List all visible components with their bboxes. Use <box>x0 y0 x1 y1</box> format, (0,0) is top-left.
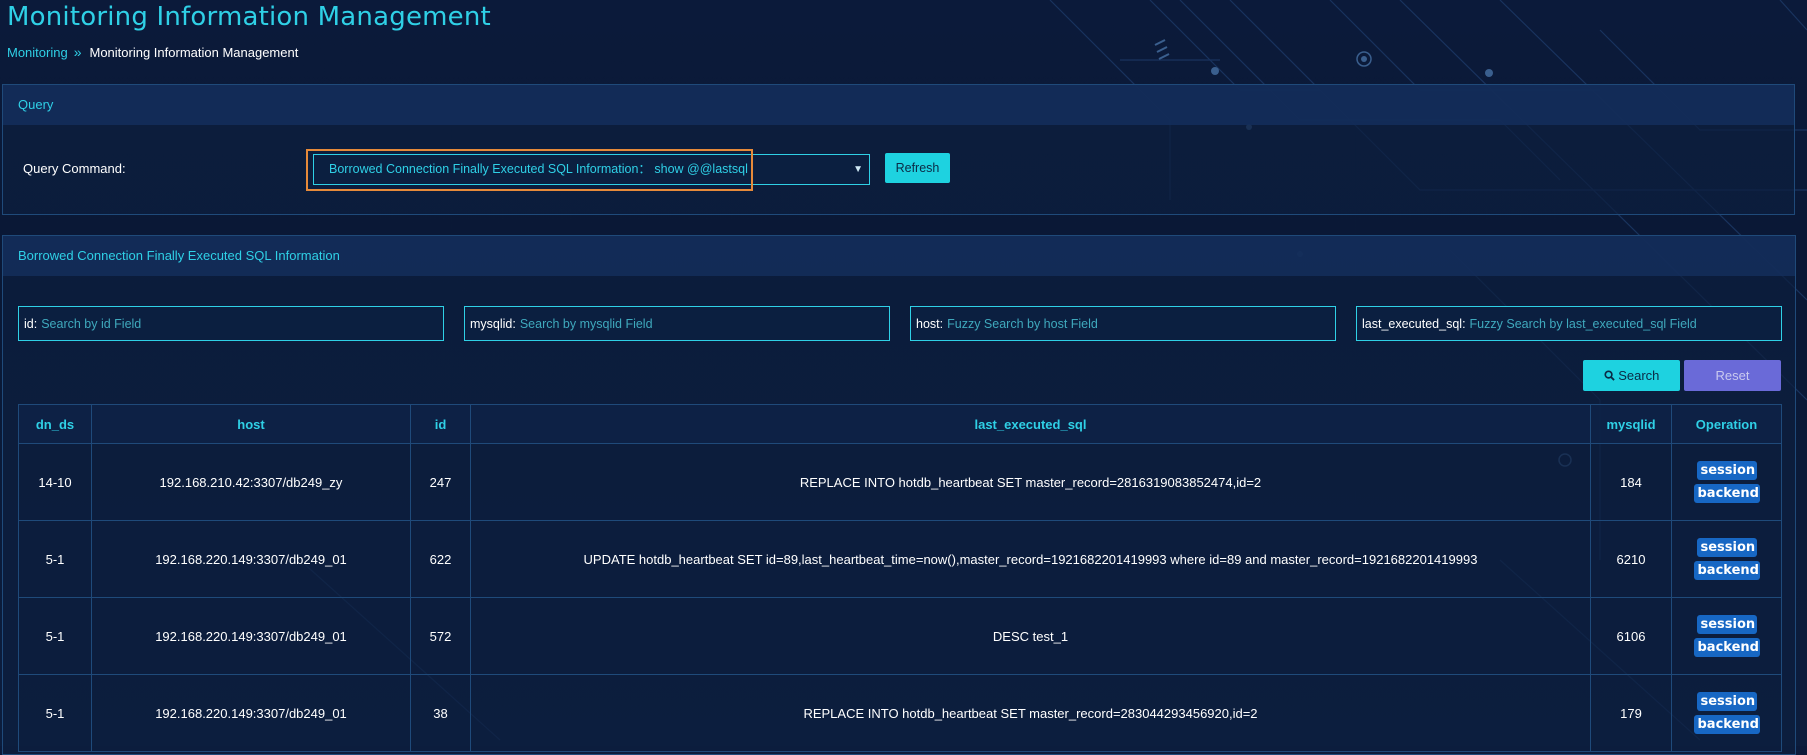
column-header-id[interactable]: id <box>410 404 471 444</box>
cell-mysqlid: 6106 <box>1590 597 1672 675</box>
table-row: 5-1 192.168.220.149:3307/db249_01 572 DE… <box>18 597 1782 675</box>
cell-id: 247 <box>410 443 471 521</box>
highlight-annotation-box <box>306 149 753 191</box>
search-button[interactable]: Search <box>1583 360 1680 391</box>
session-button[interactable]: session <box>1696 692 1757 711</box>
cell-dn-ds: 5-1 <box>18 597 92 675</box>
host-search-input[interactable] <box>943 316 1335 331</box>
cell-host: 192.168.220.149:3307/db249_01 <box>91 520 411 598</box>
query-panel: Query Query Command: Borrowed Connection… <box>2 84 1795 215</box>
breadcrumb-monitoring-link[interactable]: Monitoring <box>7 45 68 60</box>
search-icon <box>1604 368 1619 383</box>
caret-down-icon: ▼ <box>853 164 863 175</box>
session-button[interactable]: session <box>1696 538 1757 557</box>
backend-button[interactable]: backend <box>1693 715 1760 734</box>
last-executed-sql-search-input[interactable] <box>1465 316 1781 331</box>
reset-button[interactable]: Reset <box>1684 360 1781 391</box>
cell-mysqlid: 6210 <box>1590 520 1672 598</box>
column-header-last-executed-sql[interactable]: last_executed_sql <box>470 404 1591 444</box>
cell-id: 622 <box>410 520 471 598</box>
column-header-dn-ds[interactable]: dn_ds <box>18 404 92 444</box>
cell-last-executed-sql: REPLACE INTO hotdb_heartbeat SET master_… <box>470 443 1591 521</box>
table-row: 5-1 192.168.220.149:3307/db249_01 38 REP… <box>18 674 1782 752</box>
cell-operation: session backend <box>1671 597 1782 675</box>
cell-operation: session backend <box>1671 520 1782 598</box>
id-filter: id: <box>18 306 444 341</box>
mysqlid-search-input[interactable] <box>515 316 889 331</box>
host-filter-label: host: <box>916 316 944 331</box>
table-row: 5-1 192.168.220.149:3307/db249_01 622 UP… <box>18 520 1782 598</box>
sql-info-panel: Borrowed Connection Finally Executed SQL… <box>2 235 1796 755</box>
search-button-label: Search <box>1618 368 1660 383</box>
breadcrumb: Monitoring » Monitoring Information Mana… <box>7 44 298 60</box>
cell-id: 572 <box>410 597 471 675</box>
backend-button[interactable]: backend <box>1693 638 1760 657</box>
column-header-operation: Operation <box>1671 404 1782 444</box>
cell-mysqlid: 179 <box>1590 674 1672 752</box>
session-button[interactable]: session <box>1696 461 1757 480</box>
mysqlid-filter-label: mysqlid: <box>470 316 516 331</box>
column-header-mysqlid[interactable]: mysqlid <box>1590 404 1672 444</box>
cell-operation: session backend <box>1671 443 1782 521</box>
refresh-button[interactable]: Refresh <box>885 153 950 183</box>
column-header-host[interactable]: host <box>91 404 411 444</box>
id-filter-label: id: <box>24 316 38 331</box>
cell-operation: session backend <box>1671 674 1782 752</box>
cell-id: 38 <box>410 674 471 752</box>
query-panel-title: Query <box>3 85 1794 125</box>
cell-dn-ds: 14-10 <box>18 443 92 521</box>
query-command-label: Query Command: <box>23 161 126 176</box>
table-header-row: dn_ds host id last_executed_sql mysqlid … <box>18 404 1782 444</box>
cell-dn-ds: 5-1 <box>18 520 92 598</box>
cell-host: 192.168.220.149:3307/db249_01 <box>91 597 411 675</box>
sql-info-panel-title: Borrowed Connection Finally Executed SQL… <box>3 236 1795 276</box>
breadcrumb-separator-icon: » <box>73 44 82 60</box>
cell-mysqlid: 184 <box>1590 443 1672 521</box>
cell-last-executed-sql: UPDATE hotdb_heartbeat SET id=89,last_he… <box>470 520 1591 598</box>
cell-last-executed-sql: REPLACE INTO hotdb_heartbeat SET master_… <box>470 674 1591 752</box>
cell-host: 192.168.220.149:3307/db249_01 <box>91 674 411 752</box>
cell-last-executed-sql: DESC test_1 <box>470 597 1591 675</box>
table-row: 14-10 192.168.210.42:3307/db249_zy 247 R… <box>18 443 1782 521</box>
session-button[interactable]: session <box>1696 615 1757 634</box>
cell-host: 192.168.210.42:3307/db249_zy <box>91 443 411 521</box>
id-search-input[interactable] <box>37 316 443 331</box>
backend-button[interactable]: backend <box>1693 484 1760 503</box>
cell-dn-ds: 5-1 <box>18 674 92 752</box>
page-title: Monitoring Information Management <box>7 2 491 32</box>
breadcrumb-current: Monitoring Information Management <box>89 44 299 60</box>
backend-button[interactable]: backend <box>1693 561 1760 580</box>
last-executed-sql-filter-label: last_executed_sql: <box>1362 316 1466 331</box>
last-executed-sql-filter: last_executed_sql: <box>1356 306 1782 341</box>
host-filter: host: <box>910 306 1336 341</box>
sql-info-table: dn_ds host id last_executed_sql mysqlid … <box>18 404 1782 752</box>
mysqlid-filter: mysqlid: <box>464 306 890 341</box>
